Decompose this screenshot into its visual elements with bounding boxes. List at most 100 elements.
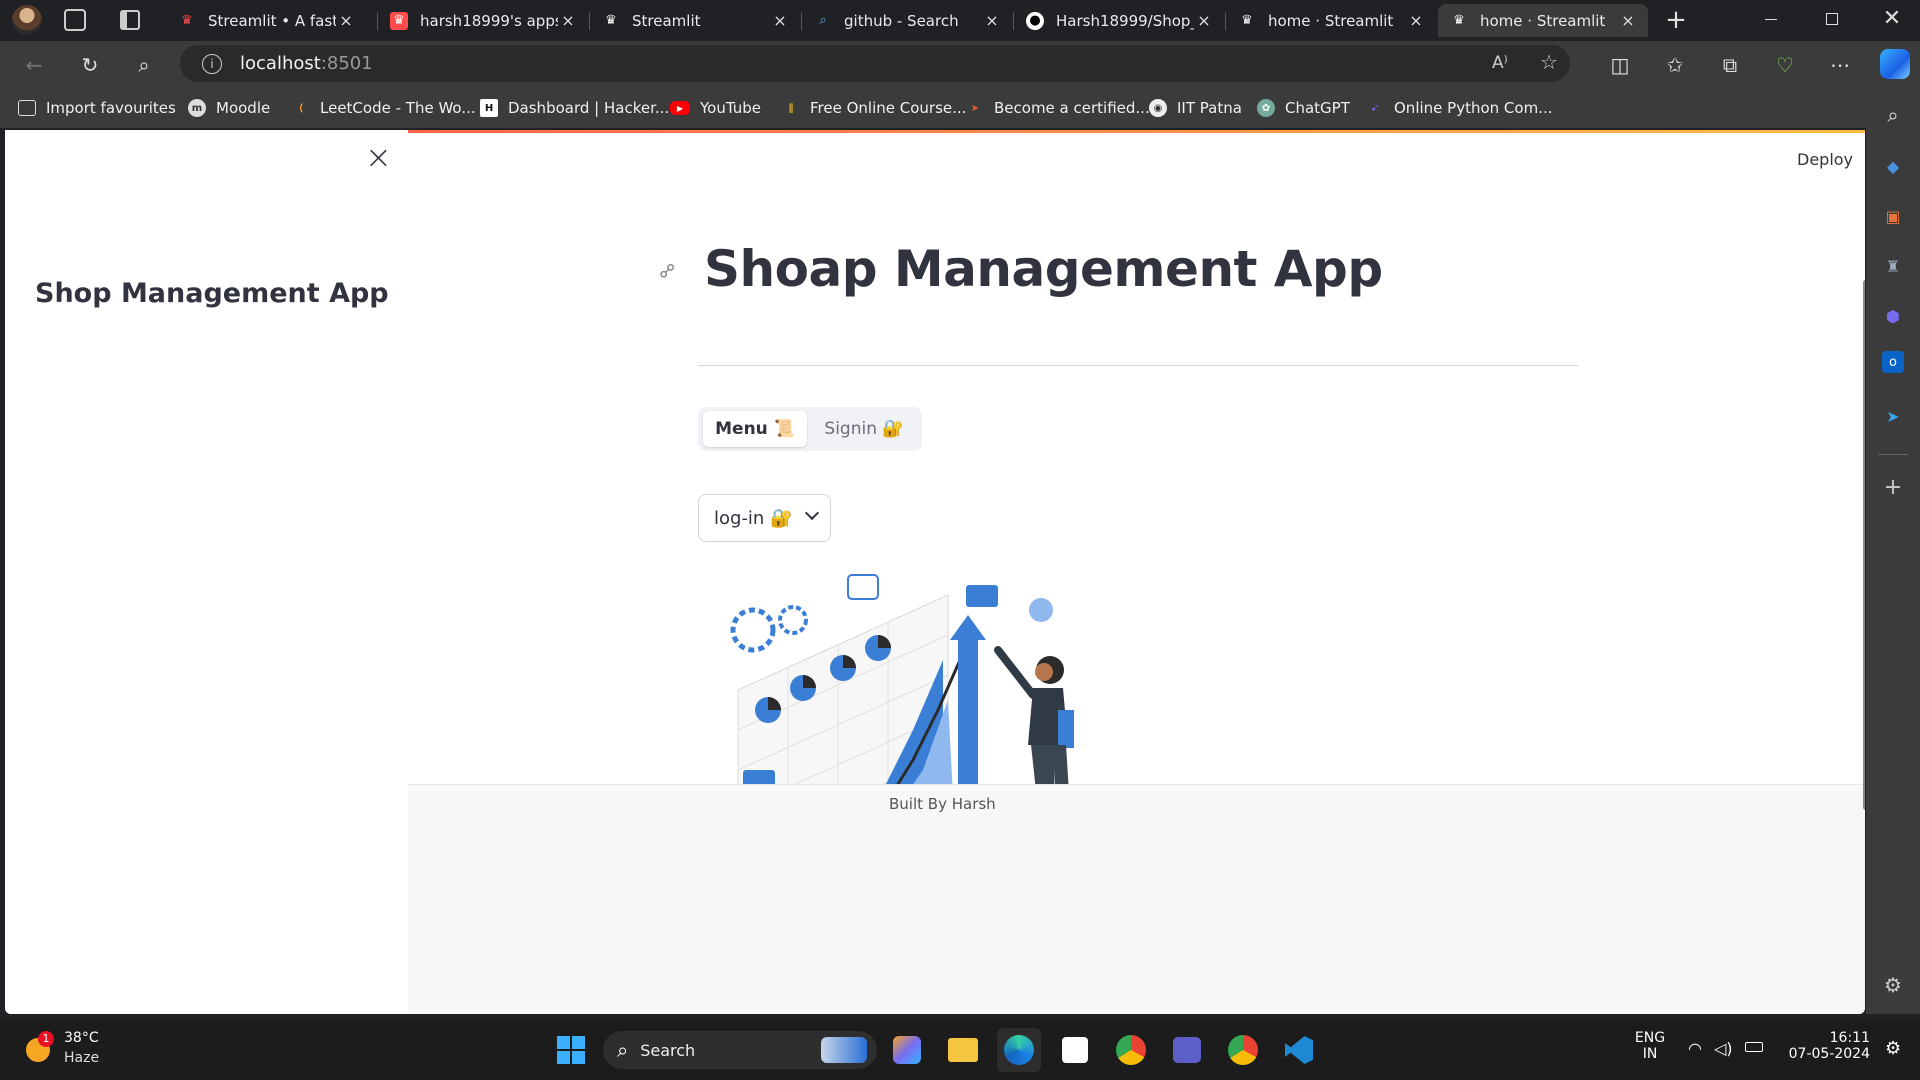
send-icon[interactable]: ➤	[1878, 401, 1908, 431]
favorites-icon[interactable]: ✩	[1659, 49, 1691, 81]
select-value: log-in 🔐	[714, 507, 793, 529]
bookmarks-bar: Import favourites m Moodle ⟨ LeetCode - …	[0, 88, 1920, 128]
browser-essentials-icon[interactable]: ♡	[1769, 49, 1801, 81]
workspaces-icon[interactable]	[64, 9, 86, 31]
tab-streamlit-home[interactable]: ♛ Streamlit • A faster way ×	[166, 4, 366, 37]
site-info-icon[interactable]: i	[202, 53, 222, 74]
search-icon[interactable]: ⌕	[1878, 100, 1908, 130]
games-icon[interactable]: ♜	[1878, 251, 1908, 281]
new-tab-button[interactable]: +	[1662, 6, 1690, 34]
tab-streamlit[interactable]: ♛ Streamlit ×	[590, 4, 800, 37]
edge-browser-icon[interactable]	[997, 1028, 1041, 1072]
teams-icon[interactable]	[1165, 1028, 1209, 1072]
close-icon[interactable]: ×	[982, 11, 1002, 30]
tools-icon[interactable]: ▣	[1878, 201, 1908, 231]
minimize-button[interactable]	[1765, 19, 1777, 20]
url-port: :8501	[320, 53, 373, 74]
tab-harsh-apps[interactable]: ♛ harsh18999's apps · S ×	[378, 4, 588, 37]
close-icon[interactable]: ×	[336, 11, 356, 30]
bookmark-chatgpt[interactable]: ✿ ChatGPT	[1257, 96, 1350, 120]
bookmark-leetcode[interactable]: ⟨ LeetCode - The Wo...	[292, 96, 476, 120]
address-bar[interactable]: i localhost :8501 A⁾ ☆	[180, 45, 1570, 82]
close-icon[interactable]: ×	[770, 11, 790, 30]
leetcode-icon: ⟨	[298, 102, 304, 114]
deploy-button[interactable]: Deploy	[1797, 150, 1853, 169]
favorite-star-icon[interactable]: ☆	[1540, 50, 1558, 74]
moodle-icon: m	[188, 99, 206, 117]
title-divider	[698, 365, 1578, 366]
login-select[interactable]: log-in 🔐	[698, 494, 831, 542]
browser-tab-bar: ♛ Streamlit • A faster way × ♛ harsh1899…	[0, 0, 1920, 41]
close-icon[interactable]: ×	[1406, 11, 1426, 30]
vscode-icon[interactable]	[1277, 1028, 1321, 1072]
streamlit-crown-icon: ♛	[181, 13, 193, 28]
weather-widget[interactable]: 1 38°C Haze	[22, 1028, 142, 1072]
profile-avatar[interactable]	[12, 5, 42, 35]
volume-icon[interactable]: ◁)	[1714, 1039, 1733, 1058]
bookmark-certified[interactable]: ➤ Become a certified...	[966, 96, 1150, 120]
collections-icon[interactable]: ⧉	[1714, 49, 1746, 81]
windows-start-icon[interactable]	[549, 1028, 593, 1072]
taskbar-search[interactable]: ⌕ Search	[603, 1031, 877, 1069]
anchor-link-icon[interactable]: ⚯	[653, 257, 682, 286]
notification-bell-icon[interactable]: ⚙	[1885, 1038, 1901, 1059]
more-menu-icon[interactable]: ⋯	[1824, 49, 1856, 81]
search-highlight-icon	[821, 1037, 867, 1063]
clock[interactable]: 16:11 07-05-2024	[1776, 1030, 1870, 1062]
streamlit-crown-icon: ♛	[605, 13, 617, 28]
close-icon[interactable]: ×	[1194, 11, 1214, 30]
refresh-icon[interactable]: ↻	[74, 49, 106, 81]
bookmark-moodle[interactable]: m Moodle	[188, 96, 270, 120]
microsoft-store-icon[interactable]	[1053, 1028, 1097, 1072]
search-icon[interactable]: ⌕	[128, 49, 160, 81]
youtube-icon: ▶	[670, 101, 690, 115]
copilot-icon[interactable]	[1880, 49, 1910, 79]
gear-icon	[730, 607, 776, 653]
battery-icon[interactable]	[1745, 1042, 1763, 1052]
shopping-tag-icon[interactable]: ◆	[1878, 151, 1908, 181]
tab-home-streamlit-active[interactable]: ♛ home · Streamlit ×	[1438, 4, 1648, 37]
message-bubble-icon	[966, 585, 998, 607]
tab-github-repo[interactable]: ● Harsh18999/Shop_M ×	[1014, 4, 1224, 37]
tab-signin[interactable]: Signin 🔐	[812, 411, 916, 447]
chatgpt-icon: ✿	[1257, 99, 1275, 117]
bookmark-import-favourites[interactable]: Import favourites	[18, 96, 176, 120]
tab-menu[interactable]: Menu 📜	[703, 411, 807, 447]
page-title: Shoap Management App	[704, 240, 1383, 298]
vertical-tabs-icon[interactable]	[120, 10, 140, 30]
weather-desc: Haze	[64, 1050, 100, 1066]
page-scrollbar[interactable]	[1863, 280, 1865, 810]
tab-home-streamlit-1[interactable]: ♛ home · Streamlit ×	[1226, 4, 1436, 37]
sidebar-close-button[interactable]: ×	[365, 138, 392, 176]
search-icon: ⌕	[819, 13, 827, 28]
footer-text: Built By Harsh	[889, 795, 996, 813]
close-window-button[interactable]: ✕	[1880, 6, 1904, 32]
bookmark-hackerrank[interactable]: H Dashboard | Hacker...	[480, 96, 669, 120]
tab-github-search[interactable]: ⌕ github - Search ×	[802, 4, 1012, 37]
copilot-taskbar-icon[interactable]	[885, 1028, 929, 1072]
close-icon[interactable]: ×	[558, 11, 578, 30]
split-screen-icon[interactable]: ◫	[1604, 49, 1636, 81]
wifi-icon[interactable]: ◠	[1688, 1039, 1702, 1058]
weather-temp: 38°C	[64, 1030, 99, 1046]
settings-gear-icon[interactable]: ⚙	[1878, 970, 1908, 1000]
bookmark-free-courses[interactable]: ∥ Free Online Course...	[782, 96, 967, 120]
sidebar-title: Shop Management App	[35, 278, 389, 309]
chrome-profile-icon[interactable]	[1221, 1028, 1265, 1072]
bookmark-iit-patna[interactable]: ◉ IIT Patna	[1149, 96, 1242, 120]
bookmark-online-python[interactable]: ➹ Online Python Com...	[1366, 96, 1553, 120]
close-icon[interactable]: ×	[1618, 11, 1638, 30]
import-icon	[18, 100, 36, 116]
footer-bar	[408, 784, 1865, 1014]
outlook-icon[interactable]: o	[1882, 351, 1904, 373]
bookmark-youtube[interactable]: ▶ YouTube	[670, 96, 761, 120]
file-explorer-icon[interactable]	[941, 1028, 985, 1072]
read-aloud-icon[interactable]: A⁾	[1492, 53, 1508, 73]
tab-group: Menu 📜 Signin 🔐	[698, 407, 922, 451]
language-indicator[interactable]: ENG IN	[1620, 1030, 1680, 1062]
restore-button[interactable]	[1826, 13, 1838, 25]
add-icon[interactable]: +	[1878, 472, 1908, 502]
copilot-icon[interactable]: ⬢	[1878, 301, 1908, 331]
back-arrow-icon[interactable]: ←	[18, 49, 50, 81]
chrome-icon[interactable]	[1109, 1028, 1153, 1072]
